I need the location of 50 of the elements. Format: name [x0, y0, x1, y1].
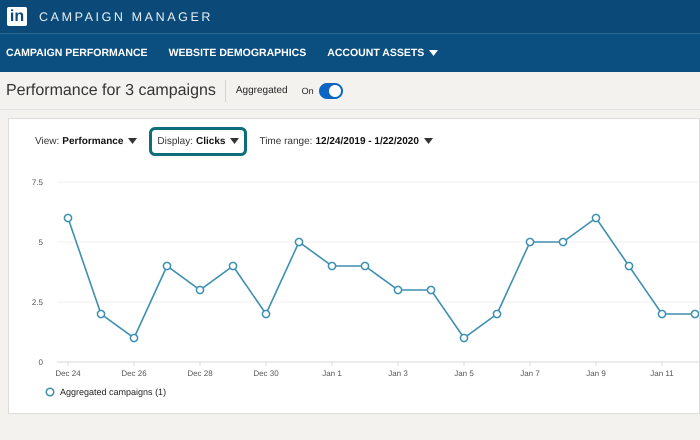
- dropdown[interactable]: Display: Clicks: [149, 126, 248, 156]
- data-point: [130, 334, 138, 342]
- data-point: [426, 286, 436, 294]
- data-point: [196, 286, 204, 294]
- app-title: CAMPAIGN MANAGER: [39, 10, 214, 24]
- axis-label: Jan 9: [586, 369, 606, 378]
- data-point: [526, 238, 534, 246]
- axis-label: 0: [38, 358, 43, 367]
- dropdown[interactable]: Time range: 12/24/2019 - 1/22/2020: [251, 126, 441, 156]
- data-point: [360, 262, 370, 270]
- data-point: [558, 238, 568, 246]
- toggle-label: Aggregated: [236, 85, 288, 96]
- data-point: [294, 238, 304, 246]
- axis-label: 5: [38, 238, 43, 247]
- caret-icon: [429, 50, 438, 56]
- axis-label: Jan 5: [454, 369, 474, 378]
- nav-tab[interactable]: CAMPAIGN PERFORMANCE: [6, 47, 148, 59]
- axis-label: Dec 28: [187, 369, 213, 378]
- dropdown[interactable]: View: Performance: [27, 126, 146, 156]
- axis-label: Dec 24: [55, 369, 81, 378]
- data-point: [492, 310, 502, 318]
- caret-icon: [230, 138, 240, 144]
- axis-label: Jan 3: [388, 369, 408, 378]
- data-point: [460, 334, 468, 342]
- nav-tab[interactable]: WEBSITE DEMOGRAPHICS: [168, 47, 306, 59]
- data-point: [96, 310, 106, 318]
- caret-icon: [128, 138, 138, 144]
- data-point: [64, 214, 72, 222]
- data-point: [592, 214, 600, 222]
- axis-label: Jan 11: [650, 369, 674, 378]
- axis-label: Dec 30: [253, 369, 279, 378]
- toggle-switch[interactable]: [318, 82, 343, 98]
- data-point: [262, 310, 270, 318]
- data-point: [624, 262, 634, 270]
- page-title: Performance for 3 campaigns: [6, 80, 226, 102]
- axis-label: Jan 7: [520, 369, 540, 378]
- axis-label: Dec 26: [121, 369, 147, 378]
- axis-label: 2.5: [32, 298, 43, 307]
- logo[interactable]: in: [7, 7, 27, 26]
- axis-label: Jan 1: [322, 369, 342, 378]
- toggle-state: On: [302, 86, 314, 96]
- legend-label: Aggregated campaigns (1): [60, 387, 166, 397]
- data-point: [394, 286, 402, 294]
- axis-label: 7.5: [32, 178, 43, 187]
- data-point: [162, 262, 172, 270]
- nav-tab[interactable]: ACCOUNT ASSETS: [327, 47, 438, 59]
- data-point: [328, 262, 336, 270]
- data-point: [228, 262, 238, 270]
- caret-icon: [424, 138, 433, 144]
- data-point: [658, 310, 666, 318]
